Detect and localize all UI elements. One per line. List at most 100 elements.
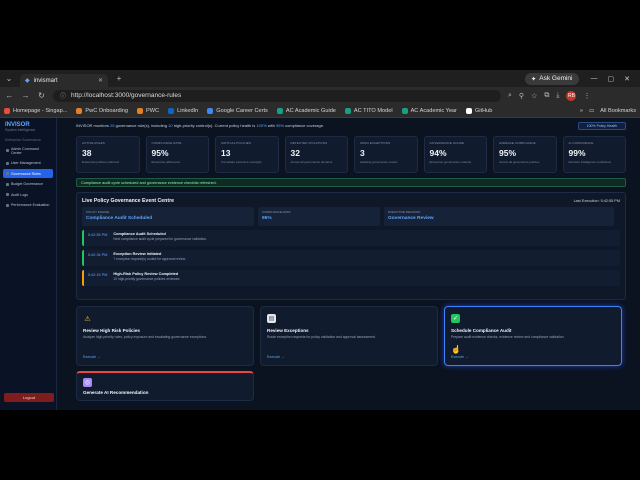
bookmark-favicon-icon [168, 107, 175, 114]
maximize-icon[interactable]: ▢ [608, 75, 615, 83]
url-field[interactable]: ⓘ http://localhost:3000/governance-rules [53, 89, 501, 102]
bookmark-item[interactable]: AC Academic Year [401, 107, 457, 114]
event-centre-title: Live Policy Governance Event Centre [82, 198, 174, 204]
clipboard-icon: ▤ [267, 314, 276, 323]
kpi-value: 94% [429, 148, 447, 158]
kpi-value: 99% [568, 148, 586, 158]
tab-favicon-icon: ◆ [25, 78, 30, 84]
execute-link[interactable]: Execute → [267, 355, 285, 359]
chevron-right-icon[interactable]: » [580, 108, 583, 114]
bookmark-item[interactable]: PWC [137, 107, 159, 114]
bookmark-item[interactable]: PwC Onboarding [76, 107, 129, 114]
sidebar-item-performance-evaluation[interactable]: Performance Evaluation [3, 201, 53, 210]
bookmark-favicon-icon [76, 107, 83, 114]
download-icon[interactable]: ⤓ [556, 92, 559, 100]
bookmark-label: Google Career Certs [216, 107, 268, 114]
summary-suffix: compliance coverage. [285, 123, 325, 128]
minimize-icon[interactable]: — [591, 75, 598, 83]
forward-icon[interactable]: → [21, 91, 30, 100]
sidebar-item-budget-governance[interactable]: Budget Governance [3, 180, 53, 189]
close-window-icon[interactable]: ✕ [624, 75, 630, 83]
menu-icon[interactable]: ⋮ [583, 92, 590, 100]
sidebar-item-user-management[interactable]: User Management [3, 159, 53, 168]
card-title: Review High Risk Policies [83, 328, 140, 333]
site-info-icon[interactable]: ⓘ [60, 91, 66, 100]
reload-icon[interactable]: ↻ [37, 91, 46, 100]
summary-health: 100% [256, 123, 267, 128]
event-log-item: 5:42:34 PM Exception Review Initiated 7 … [82, 250, 620, 266]
sidebar-item-governance-rules[interactable]: Governance Rules [3, 169, 53, 178]
kpi-sub: Enterprise adherence [151, 160, 181, 164]
sidebar-item-label: User Management [11, 161, 41, 165]
sidebar-item-audit-logs[interactable]: Audit Logs [3, 190, 53, 199]
kpi-sub: Decision intelligence confidence [568, 160, 612, 164]
bookmark-star-icon[interactable]: ☆ [531, 92, 537, 100]
brand-subtitle: System Intelligence [5, 128, 36, 132]
kpi-sub: Immediate executive oversight [221, 160, 262, 164]
tab-menu-icon[interactable]: ⌄ [4, 74, 14, 83]
kpi-card: COMPLIANCE RATE 95% Enterprise adherence [145, 136, 209, 173]
folder-icon: ▭ [588, 107, 595, 114]
execute-link[interactable]: Execute → [83, 355, 101, 359]
event-desc: Next compliance audit cycle prepared for… [113, 237, 208, 241]
meta-label: POLICY ENGINE [86, 210, 110, 214]
meta-label: EXECUTIVE DECISION [388, 210, 421, 214]
policy-health-button[interactable]: 100% Policy Health [577, 121, 626, 130]
last-execution: Last Execution: 5:42:55 PM [573, 199, 620, 203]
kpi-value: 95% [499, 148, 517, 158]
ask-gemini-button[interactable]: ✦ Ask Gemini [524, 72, 579, 85]
extensions-icon[interactable]: ⧉ [544, 92, 549, 100]
execute-link[interactable]: Execute → [451, 355, 469, 359]
all-bookmarks[interactable]: » ▭ All Bookmarks [580, 108, 636, 114]
new-tab-icon[interactable]: + [114, 74, 124, 83]
bookmark-favicon-icon [207, 107, 214, 114]
card-title: Schedule Compliance Audit [451, 328, 512, 333]
main-content: INVISOR monitors 25 governance rule(s), … [57, 118, 640, 410]
kpi-value: 95% [151, 148, 169, 158]
sidebar: INVISOR System Intelligence Enterprise G… [0, 118, 57, 410]
sidebar-item-icon [6, 182, 9, 186]
back-icon[interactable]: ← [5, 91, 14, 100]
schedule-audit-card[interactable]: ✓ Schedule Compliance Audit Prepare audi… [444, 306, 622, 366]
bookmark-item[interactable]: AC TITO Model [344, 107, 393, 114]
event-body: Exception Review Initiated 7 exception r… [113, 252, 185, 261]
bookmark-item[interactable]: Homepage - Singap... [4, 107, 67, 114]
translate-icon[interactable]: ⚲ [519, 92, 524, 100]
sidebar-item-icon [6, 203, 9, 207]
bookmark-item[interactable]: AC Academic Guide [276, 107, 336, 114]
browser-window: ⌄ ◆ invismart ✕ + ✦ Ask Gemini — ▢ ✕ ← →… [0, 70, 640, 410]
review-high-risk-card[interactable]: ⚠ Review High Risk Policies Analyze high… [76, 306, 254, 366]
bookmark-favicon-icon [344, 107, 351, 114]
bookmark-favicon-icon [4, 107, 10, 114]
bookmark-item[interactable]: Google Career Certs [207, 107, 268, 114]
kpi-label: ACTIVE RULES [82, 141, 105, 145]
review-exceptions-card[interactable]: ▤ Review Exceptions Route exception requ… [260, 306, 438, 366]
ask-gemini-label: Ask Gemini [539, 75, 573, 82]
logout-button[interactable]: Logout [4, 393, 54, 402]
profile-avatar[interactable]: RB [566, 90, 577, 101]
bookmark-favicon-icon [465, 107, 472, 114]
card-title: Generate AI Recommendation [83, 390, 149, 395]
meta-value: Governance Review [388, 216, 434, 221]
bookmark-item[interactable]: LinkedIn [168, 107, 198, 114]
kpi-card: OPEN EXCEPTIONS 3 Awaiting governance revi… [354, 136, 418, 173]
event-title: Exception Review Initiated [113, 252, 162, 256]
kpi-value: 32 [290, 148, 300, 158]
card-desc: Route exception requests for policy vali… [267, 335, 376, 339]
kpi-label: AI CONFIDENCE [568, 141, 594, 145]
zoom-icon[interactable]: ⌕ [508, 92, 512, 100]
event-meta-row: POLICY ENGINE Compliance Audit Scheduled… [82, 207, 620, 226]
summary-compliance: 95% [276, 123, 285, 128]
kpi-sub: Enterprise policies enforced [82, 160, 120, 164]
ai-recommendation-card[interactable]: ◎ Generate AI Recommendation [76, 371, 254, 401]
browser-tab[interactable]: ◆ invismart ✕ [20, 74, 108, 87]
close-tab-icon[interactable]: ✕ [98, 77, 103, 84]
bookmark-label: PwC Onboarding [85, 107, 129, 114]
bookmarks-bar: Homepage - Singap... PwC Onboarding PWC Lin… [0, 104, 640, 118]
bookmark-item[interactable]: GitHub [465, 107, 492, 114]
summary-middle3: with [267, 123, 275, 128]
sidebar-item-admin-command-center[interactable]: Admin Command Center [3, 144, 53, 157]
summary-middle2: high-priority control(s). Current policy… [173, 123, 256, 128]
gemini-icon: ✦ [530, 75, 537, 83]
kpi-card: ACTIVE RULES 38 Enterprise policies enforc… [76, 136, 140, 173]
